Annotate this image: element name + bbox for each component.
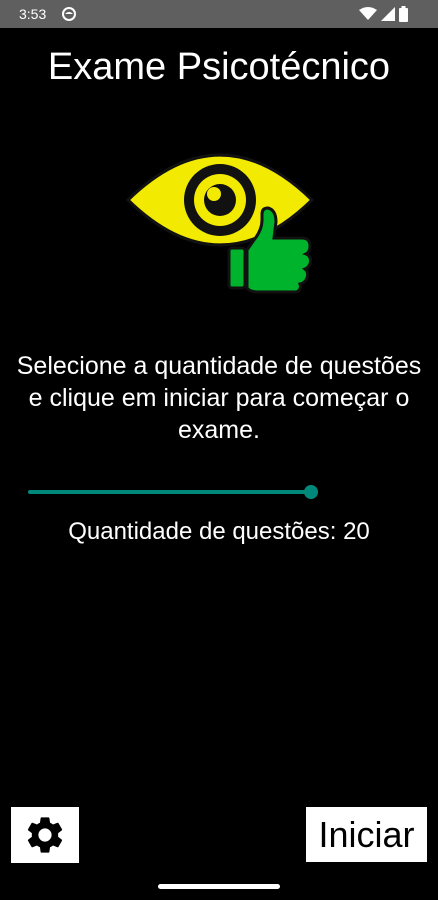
question-count-label: Quantidade de questões: 20	[68, 518, 370, 545]
settings-button[interactable]	[11, 807, 79, 863]
slider-thumb[interactable]	[304, 485, 318, 499]
question-count-slider[interactable]	[28, 483, 318, 501]
wifi-icon	[359, 7, 377, 20]
instructions-text: Selecione a quantidade de questões e cli…	[16, 352, 422, 444]
status-time: 3:53	[19, 6, 47, 22]
app-notification-icon	[62, 7, 76, 21]
gear-icon	[27, 817, 63, 853]
start-button[interactable]: Iniciar	[306, 807, 427, 862]
slider-track[interactable]	[28, 490, 311, 494]
battery-icon	[399, 6, 408, 22]
page-title: Exame Psicotécnico	[47, 46, 391, 88]
gesture-navigation-bar[interactable]	[158, 884, 280, 889]
status-bar: 3:53	[0, 0, 438, 28]
signal-icon	[381, 7, 395, 21]
eye-thumbs-up-icon	[126, 153, 314, 294]
status-icons	[359, 6, 408, 22]
